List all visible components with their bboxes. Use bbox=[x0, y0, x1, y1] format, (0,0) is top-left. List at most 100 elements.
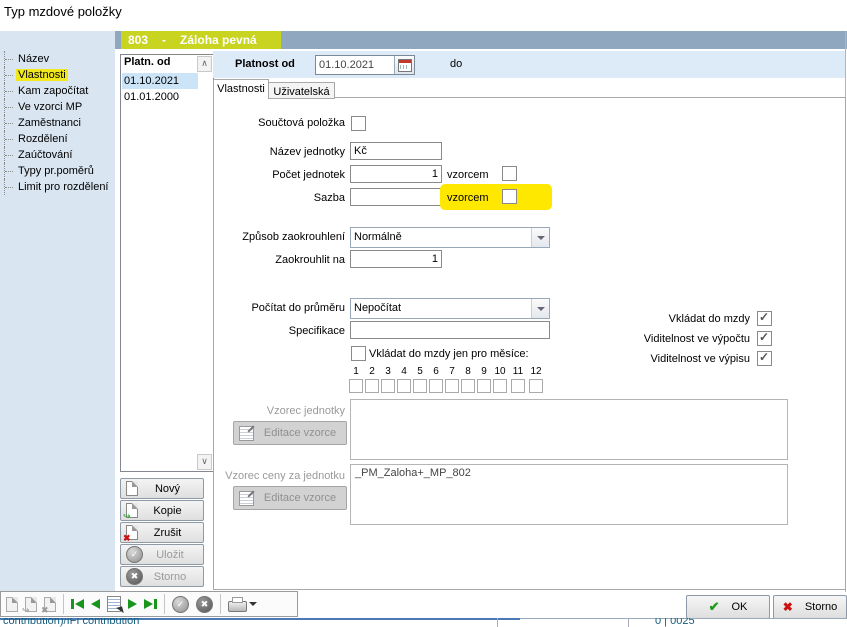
month-number: 1 bbox=[348, 366, 364, 378]
delete-page-icon[interactable]: ✖ bbox=[44, 597, 56, 612]
month-number: 4 bbox=[396, 366, 412, 378]
print-dropdown-arrow-icon[interactable] bbox=[249, 602, 257, 606]
last-record-icon[interactable] bbox=[144, 599, 157, 609]
scroll-down-arrow-icon[interactable]: ∨ bbox=[197, 454, 212, 470]
month-number: 10 bbox=[492, 366, 508, 378]
tab-uzivatelska[interactable]: Uživatelská bbox=[268, 82, 335, 99]
grid-column-divider bbox=[628, 618, 629, 627]
month-number: 12 bbox=[528, 366, 544, 378]
print-button[interactable] bbox=[228, 596, 257, 612]
validity-band: Platnost od 01.10.2021 do bbox=[213, 51, 845, 78]
sum-item-label: Součtová položka bbox=[193, 117, 345, 129]
delete-button[interactable]: ✖ Zrušit bbox=[120, 522, 204, 543]
month-8-checkbox[interactable] bbox=[461, 379, 475, 393]
record-dash: - bbox=[162, 33, 166, 47]
toolbar-separator bbox=[220, 594, 221, 614]
month-9-checkbox[interactable] bbox=[477, 379, 491, 393]
sidebar-item-zauctovani[interactable]: Zaúčtování bbox=[4, 147, 111, 163]
save-button: ✓ Uložit bbox=[120, 544, 204, 565]
sum-item-checkbox[interactable] bbox=[351, 116, 366, 131]
sidebar-item-vlastnosti[interactable]: Vlastnosti bbox=[4, 67, 111, 83]
unit-count-input[interactable] bbox=[350, 165, 442, 183]
flag-vkladat-do-mzdy-label: Vkládat do mzdy bbox=[550, 313, 750, 325]
month-number: 9 bbox=[476, 366, 492, 378]
toolbar-separator bbox=[63, 594, 64, 614]
history-column-header: Platn. od bbox=[124, 56, 170, 68]
tab-vlastnosti[interactable]: Vlastnosti bbox=[213, 79, 269, 99]
sidebar-item-kam-zapocitat[interactable]: Kam započítat bbox=[4, 83, 111, 99]
month-number: 6 bbox=[428, 366, 444, 378]
month-6-checkbox[interactable] bbox=[429, 379, 443, 393]
copy-page-icon[interactable]: ↪ bbox=[25, 597, 37, 612]
new-button[interactable]: Nový bbox=[120, 478, 204, 499]
month-number: 3 bbox=[380, 366, 396, 378]
cancel-x-icon: ✖ bbox=[196, 596, 213, 613]
price-formula-label: Vzorec ceny za jednotku bbox=[193, 470, 345, 482]
flag-viditelnost-vypis-label: Viditelnost ve výpisu bbox=[550, 353, 750, 365]
calendar-button[interactable] bbox=[394, 56, 414, 74]
scroll-up-arrow-icon[interactable]: ∧ bbox=[197, 56, 212, 72]
edit-formula-icon bbox=[239, 491, 254, 506]
grid-column-divider bbox=[497, 618, 498, 627]
rate-input[interactable] bbox=[350, 188, 442, 206]
round-to-input[interactable] bbox=[350, 250, 442, 268]
ok-button[interactable]: ✔ OK bbox=[686, 595, 770, 619]
month-11-checkbox[interactable] bbox=[511, 379, 525, 393]
new-page-icon[interactable] bbox=[6, 597, 18, 612]
history-row[interactable]: 01.10.2021 bbox=[122, 73, 198, 89]
delete-page-icon: ✖ bbox=[126, 525, 138, 540]
calendar-icon bbox=[398, 59, 412, 72]
month-5-checkbox[interactable] bbox=[413, 379, 427, 393]
storno-button[interactable]: ✖ Storno bbox=[773, 595, 847, 619]
sidebar-item-zamestnanci[interactable]: Zaměstnanci bbox=[4, 115, 111, 131]
record-list-icon[interactable] bbox=[107, 596, 121, 612]
rounding-method-select[interactable]: Normálně bbox=[350, 227, 550, 248]
flag-viditelnost-vypis-checkbox[interactable] bbox=[757, 351, 772, 366]
sidebar-item-limit-pro-rozdeleni[interactable]: Limit pro rozdělení bbox=[4, 179, 111, 195]
sidebar-item-typy-pr-pomeru[interactable]: Typy pr.poměrů bbox=[4, 163, 111, 179]
wage-item-type-window: Typ mzdové položky Název Vlastnosti Kam … bbox=[0, 0, 847, 627]
record-id: 803 bbox=[128, 33, 148, 47]
flag-vkladat-do-mzdy-checkbox[interactable] bbox=[757, 311, 772, 326]
first-record-icon[interactable] bbox=[71, 599, 84, 609]
specification-input[interactable] bbox=[350, 321, 550, 339]
unit-formula-textarea[interactable] bbox=[350, 399, 788, 460]
unit-count-label: Počet jednotek bbox=[193, 169, 345, 181]
month-2-checkbox[interactable] bbox=[365, 379, 379, 393]
cancel-x-icon: ✖ bbox=[126, 568, 143, 585]
window-title: Typ mzdové položky bbox=[4, 4, 122, 19]
history-row[interactable]: 01.01.2000 bbox=[122, 89, 198, 105]
average-select[interactable]: Nepočítat bbox=[350, 298, 550, 319]
validity-from-date[interactable]: 01.10.2021 bbox=[315, 55, 415, 75]
record-toolbar: ↪ ✖ ✓ ✖ bbox=[0, 591, 298, 617]
chevron-down-icon[interactable] bbox=[531, 228, 549, 247]
printer-icon bbox=[228, 601, 247, 612]
record-header-bar: 803-Záloha pevná bbox=[115, 31, 847, 49]
cancel-button: ✖ Storno bbox=[120, 566, 204, 587]
sidebar-tree: Název Vlastnosti Kam započítat Ve vzorci… bbox=[4, 51, 111, 195]
unit-name-label: Název jednotky bbox=[193, 146, 345, 158]
sidebar-item-rozdeleni[interactable]: Rozdělení bbox=[4, 131, 111, 147]
unit-count-formula-checkbox[interactable] bbox=[502, 166, 517, 181]
month-4-checkbox[interactable] bbox=[397, 379, 411, 393]
months-only-checkbox[interactable] bbox=[351, 346, 366, 361]
month-7-checkbox[interactable] bbox=[445, 379, 459, 393]
next-record-icon[interactable] bbox=[128, 599, 137, 609]
unit-name-input[interactable] bbox=[350, 142, 442, 160]
month-3-checkbox[interactable] bbox=[381, 379, 395, 393]
price-formula-textarea[interactable]: _PM_Zaloha+_MP_802 bbox=[350, 464, 788, 525]
chevron-down-icon[interactable] bbox=[531, 299, 549, 318]
month-12-checkbox[interactable] bbox=[529, 379, 543, 393]
save-check-icon: ✓ bbox=[172, 596, 189, 613]
sidebar-item-nazev[interactable]: Název bbox=[4, 51, 111, 67]
previous-record-icon[interactable] bbox=[91, 599, 100, 609]
flag-viditelnost-vypocet-checkbox[interactable] bbox=[757, 331, 772, 346]
rounding-method-label: Způsob zaokrouhlení bbox=[193, 231, 345, 243]
month-10-checkbox[interactable] bbox=[493, 379, 507, 393]
sidebar-item-ve-vzorci-mp[interactable]: Ve vzorci MP bbox=[4, 99, 111, 115]
month-1-checkbox[interactable] bbox=[349, 379, 363, 393]
copy-button[interactable]: ↪ Kopie bbox=[120, 500, 204, 521]
rate-formula-checkbox[interactable] bbox=[502, 189, 517, 204]
average-value: Nepočítat bbox=[351, 299, 531, 318]
clipped-background-row: contribution)/IFI contribution 0 | 0025 bbox=[0, 618, 847, 627]
